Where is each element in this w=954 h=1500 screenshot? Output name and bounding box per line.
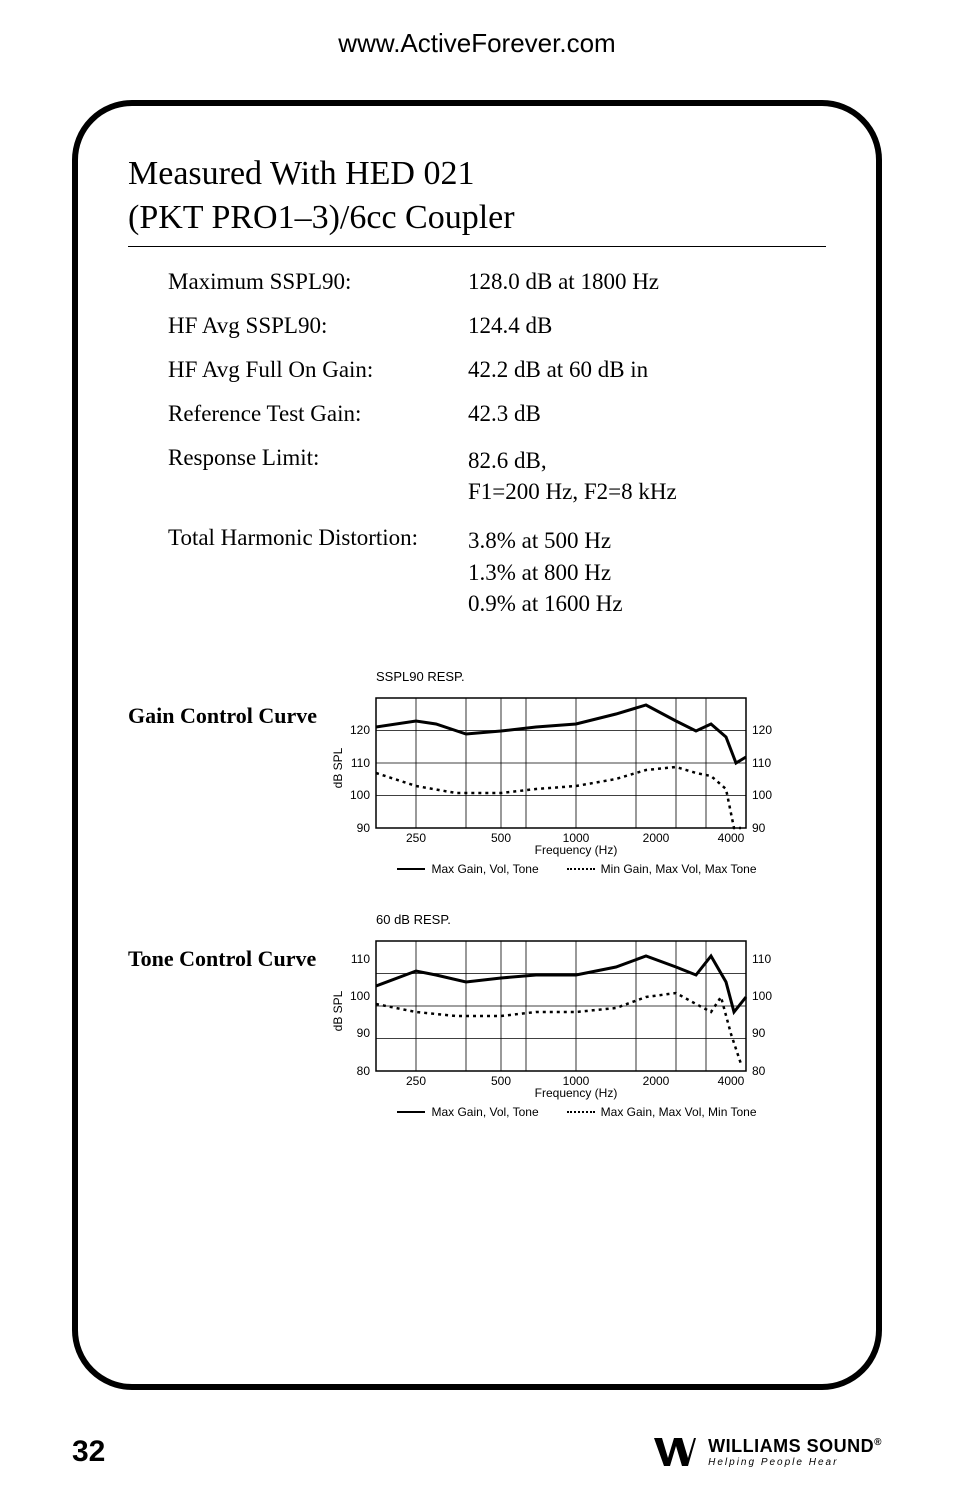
svg-text:90: 90 bbox=[357, 821, 371, 835]
svg-text:4000: 4000 bbox=[718, 1074, 745, 1088]
svg-text:80: 80 bbox=[357, 1064, 371, 1078]
legend-item: Max Gain, Max Vol, Min Tone bbox=[567, 1105, 757, 1119]
svg-text:500: 500 bbox=[491, 831, 511, 845]
page-number: 32 bbox=[72, 1435, 105, 1469]
spec-value-line: 82.6 dB, bbox=[468, 445, 826, 476]
header-url: www.ActiveForever.com bbox=[0, 0, 954, 59]
svg-text:90: 90 bbox=[357, 1026, 371, 1040]
svg-text:100: 100 bbox=[752, 989, 772, 1003]
svg-text:250: 250 bbox=[406, 1074, 426, 1088]
legend-label: Min Gain, Max Vol, Max Tone bbox=[601, 862, 757, 876]
spec-value: 128.0 dB at 1800 Hz bbox=[468, 269, 826, 295]
spec-value: 82.6 dB, F1=200 Hz, F2=8 kHz bbox=[468, 445, 826, 507]
svg-text:4000: 4000 bbox=[718, 831, 745, 845]
gain-chart: 120 110 100 90 120 110 100 90 250 500 10… bbox=[328, 688, 808, 858]
legend-label: Max Gain, Max Vol, Min Tone bbox=[601, 1105, 757, 1119]
svg-text:120: 120 bbox=[752, 723, 772, 737]
brand-reg: ® bbox=[874, 1437, 882, 1448]
spec-value-line: 1.3% at 800 Hz bbox=[468, 557, 826, 588]
svg-text:80: 80 bbox=[752, 1064, 766, 1078]
spec-row-hf-avg-sspl90: HF Avg SSPL90: 124.4 dB bbox=[128, 313, 826, 339]
svg-text:Frequency (Hz): Frequency (Hz) bbox=[535, 1086, 618, 1100]
title-underline bbox=[128, 246, 826, 247]
spec-label: HF Avg Full On Gain: bbox=[128, 357, 468, 383]
legend-swatch-solid bbox=[397, 868, 425, 870]
brand-text: WILLIAMS SOUND® Helping People Hear bbox=[708, 1436, 882, 1468]
spec-value-line: F1=200 Hz, F2=8 kHz bbox=[468, 476, 826, 507]
spec-label: HF Avg SSPL90: bbox=[128, 313, 468, 339]
spec-value-line: 3.8% at 500 Hz bbox=[468, 525, 826, 556]
svg-text:2000: 2000 bbox=[643, 1074, 670, 1088]
legend-swatch-dashed bbox=[567, 1111, 595, 1113]
svg-text:90: 90 bbox=[752, 1026, 766, 1040]
legend-swatch-dashed bbox=[567, 868, 595, 870]
chart-block: 60 dB RESP. bbox=[328, 912, 826, 1119]
svg-text:100: 100 bbox=[350, 788, 370, 802]
brand-logo-icon bbox=[652, 1434, 698, 1470]
svg-text:2000: 2000 bbox=[643, 831, 670, 845]
svg-text:120: 120 bbox=[350, 723, 370, 737]
chart-title: SSPL90 RESP. bbox=[376, 669, 826, 684]
svg-text:90: 90 bbox=[752, 821, 766, 835]
spec-value: 42.2 dB at 60 dB in bbox=[468, 357, 826, 383]
spec-value-line: 0.9% at 1600 Hz bbox=[468, 588, 826, 619]
brand-block: WILLIAMS SOUND® Helping People Hear bbox=[652, 1434, 882, 1470]
chart-section-label: Gain Control Curve bbox=[128, 669, 328, 876]
page-title: Measured With HED 021 (PKT PRO1–3)/6cc C… bbox=[128, 152, 826, 240]
brand-name: WILLIAMS SOUND bbox=[708, 1436, 874, 1456]
content-frame: Measured With HED 021 (PKT PRO1–3)/6cc C… bbox=[72, 100, 882, 1390]
spec-row-max-sspl90: Maximum SSPL90: 128.0 dB at 1800 Hz bbox=[128, 269, 826, 295]
legend-item: Min Gain, Max Vol, Max Tone bbox=[567, 862, 757, 876]
legend-label: Max Gain, Vol, Tone bbox=[431, 1105, 538, 1119]
chart-legend: Max Gain, Vol, Tone Max Gain, Max Vol, M… bbox=[328, 1105, 826, 1119]
spec-value: 124.4 dB bbox=[468, 313, 826, 339]
chart-title: 60 dB RESP. bbox=[376, 912, 826, 927]
legend-label: Max Gain, Vol, Tone bbox=[431, 862, 538, 876]
legend-swatch-solid bbox=[397, 1111, 425, 1113]
spec-value: 3.8% at 500 Hz 1.3% at 800 Hz 0.9% at 16… bbox=[468, 525, 826, 618]
spec-row-ref-test-gain: Reference Test Gain: 42.3 dB bbox=[128, 401, 826, 427]
spec-label: Response Limit: bbox=[128, 445, 468, 507]
tone-chart: 110 100 90 80 110 100 90 80 250 500 1000… bbox=[328, 931, 808, 1101]
title-line-2: (PKT PRO1–3)/6cc Coupler bbox=[128, 196, 826, 240]
brand-tagline: Helping People Hear bbox=[708, 1457, 882, 1468]
legend-item: Max Gain, Vol, Tone bbox=[397, 1105, 538, 1119]
svg-text:Frequency (Hz): Frequency (Hz) bbox=[535, 843, 618, 857]
spec-row-response-limit: Response Limit: 82.6 dB, F1=200 Hz, F2=8… bbox=[128, 445, 826, 507]
spec-label: Total Harmonic Distortion: bbox=[128, 525, 468, 618]
svg-text:110: 110 bbox=[752, 952, 771, 966]
chart-section-gain: Gain Control Curve SSPL90 RESP. bbox=[128, 669, 826, 876]
svg-text:dB SPL: dB SPL bbox=[331, 747, 345, 788]
legend-item: Max Gain, Vol, Tone bbox=[397, 862, 538, 876]
svg-text:100: 100 bbox=[350, 989, 370, 1003]
title-line-1: Measured With HED 021 bbox=[128, 152, 826, 196]
chart-block: SSPL90 RESP. bbox=[328, 669, 826, 876]
spec-row-thd: Total Harmonic Distortion: 3.8% at 500 H… bbox=[128, 525, 826, 618]
spec-row-hf-avg-full-on-gain: HF Avg Full On Gain: 42.2 dB at 60 dB in bbox=[128, 357, 826, 383]
chart-section-label: Tone Control Curve bbox=[128, 912, 328, 1119]
page-footer: 32 WILLIAMS SOUND® Helping People Hear bbox=[72, 1434, 882, 1470]
chart-section-tone: Tone Control Curve 60 dB RESP. bbox=[128, 912, 826, 1119]
svg-text:dB SPL: dB SPL bbox=[331, 990, 345, 1031]
spec-label: Reference Test Gain: bbox=[128, 401, 468, 427]
svg-text:100: 100 bbox=[752, 788, 772, 802]
svg-text:250: 250 bbox=[406, 831, 426, 845]
svg-text:500: 500 bbox=[491, 1074, 511, 1088]
svg-text:110: 110 bbox=[752, 756, 771, 770]
svg-text:110: 110 bbox=[351, 756, 370, 770]
svg-text:110: 110 bbox=[351, 952, 370, 966]
chart-legend: Max Gain, Vol, Tone Min Gain, Max Vol, M… bbox=[328, 862, 826, 876]
spec-value: 42.3 dB bbox=[468, 401, 826, 427]
spec-label: Maximum SSPL90: bbox=[128, 269, 468, 295]
